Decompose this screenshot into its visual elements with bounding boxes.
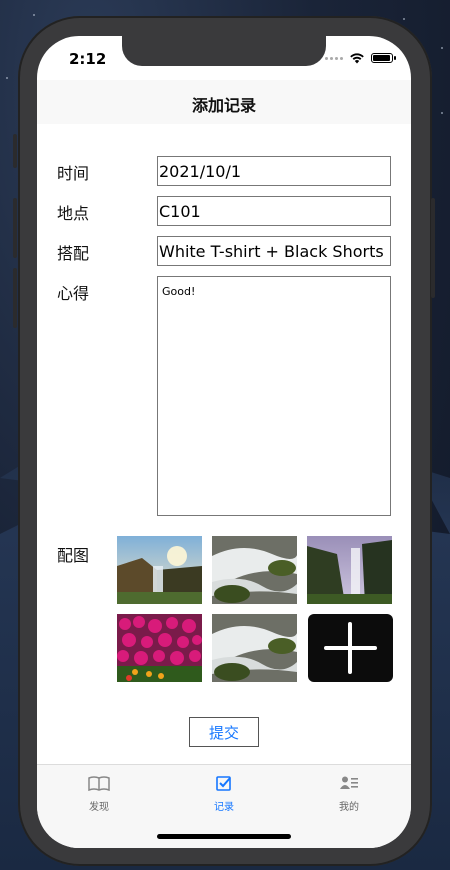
tab-record[interactable]: 记录: [184, 775, 264, 813]
pink-flowers-photo[interactable]: [117, 614, 202, 682]
record-form: 时间 2021/10/1 地点 C101 搭配 White T-shirt + …: [37, 124, 411, 764]
tab-discover[interactable]: 发现: [59, 775, 139, 813]
outfit-label: 搭配: [57, 244, 90, 263]
status-time: 2:12: [69, 50, 107, 68]
time-field[interactable]: 2021/10/1: [157, 156, 391, 186]
page-title: 添加记录: [191, 96, 256, 115]
signal-icon: [325, 56, 343, 60]
wifi-icon: [350, 53, 364, 64]
place-field[interactable]: C101: [157, 196, 391, 226]
battery-icon: [371, 53, 396, 63]
notch: [122, 36, 326, 66]
waterfall-rocks-photo[interactable]: [212, 536, 297, 604]
submit-button[interactable]: 提交: [189, 717, 259, 747]
app-screen: 2:12 添加记录 时间 2021/10/1 地点 C101 搭配 White …: [37, 36, 411, 848]
tab-mine[interactable]: 我的: [309, 775, 389, 813]
tab-mine-label: 我的: [339, 802, 359, 813]
photos-label: 配图: [57, 546, 90, 565]
add-photo-button[interactable]: [308, 614, 393, 682]
place-label: 地点: [57, 204, 90, 223]
time-label: 时间: [57, 164, 90, 183]
book-icon: [88, 776, 110, 792]
volume-down-button: [13, 268, 17, 328]
status-icons: [325, 52, 396, 64]
misty-waterfall-photo[interactable]: [307, 536, 392, 604]
tab-record-label: 记录: [214, 802, 234, 813]
checkbox-icon: [216, 776, 231, 791]
power-button: [431, 198, 435, 298]
home-indicator: [157, 834, 291, 839]
volume-up-button: [13, 198, 17, 258]
outfit-field[interactable]: White T-shirt + Black Shorts: [157, 236, 391, 266]
waterfall-rocks-photo[interactable]: [212, 614, 297, 682]
notes-textarea[interactable]: Good!: [157, 276, 391, 516]
waterfall-sunset-photo[interactable]: [117, 536, 202, 604]
notes-label: 心得: [57, 284, 90, 303]
navigation-bar: 添加记录: [37, 80, 411, 125]
tab-discover-label: 发现: [89, 802, 109, 813]
profile-card-icon: [340, 776, 358, 789]
mute-switch: [13, 134, 17, 168]
